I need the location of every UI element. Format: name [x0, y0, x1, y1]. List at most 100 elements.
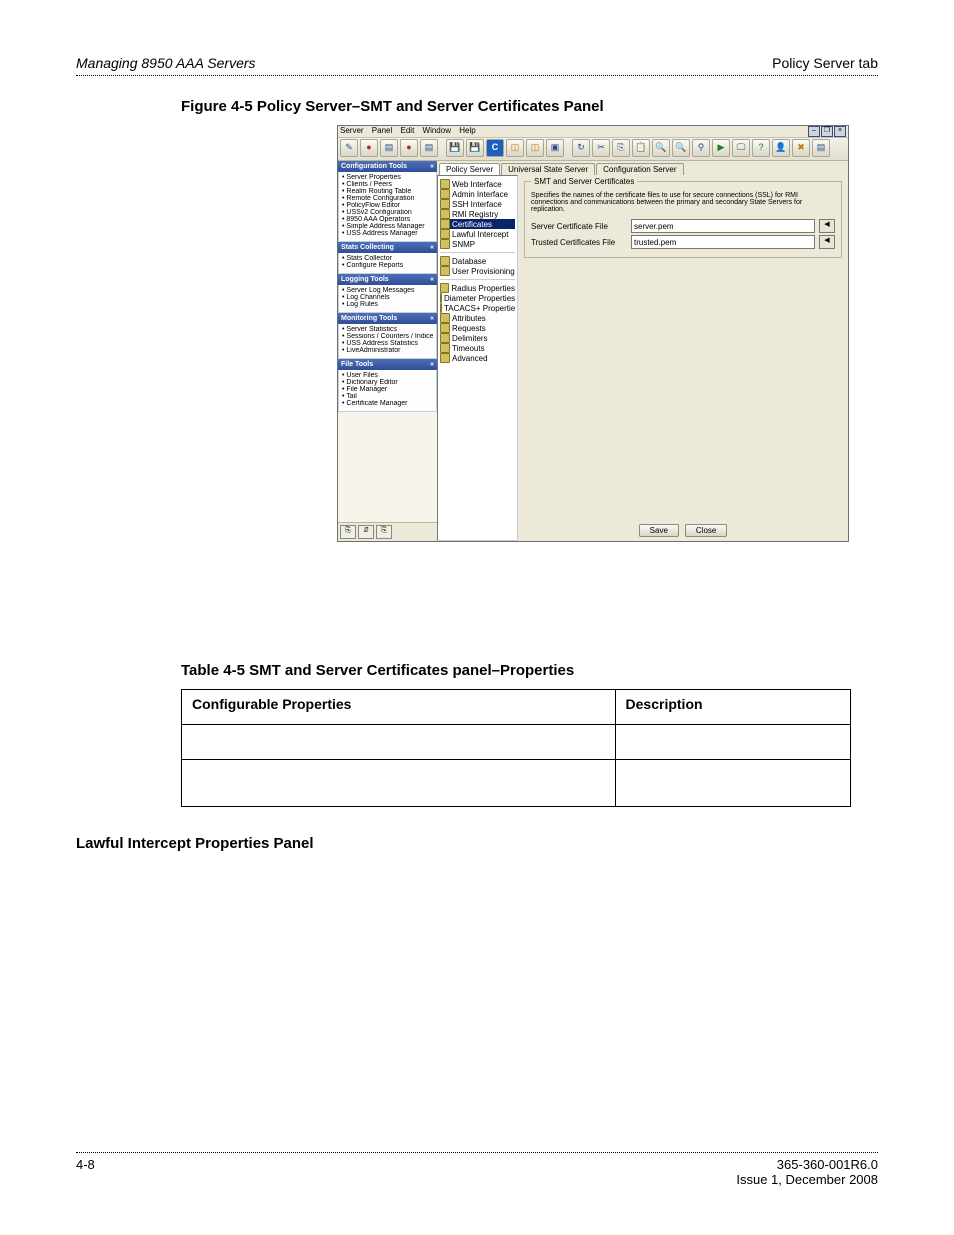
- sidebar-title-file[interactable]: File Tools«: [338, 359, 437, 370]
- menu-server[interactable]: Server: [340, 126, 364, 135]
- wand-icon[interactable]: ✎: [340, 139, 358, 157]
- sidebar-item[interactable]: • Tail: [342, 393, 433, 400]
- sidebar-item[interactable]: • Certificate Manager: [342, 400, 433, 407]
- tree-item[interactable]: Lawful Intercept: [440, 229, 515, 239]
- sidebar-item[interactable]: • Server Properties: [342, 174, 433, 181]
- help-icon[interactable]: ?: [752, 139, 770, 157]
- paste-icon[interactable]: 📋: [632, 139, 650, 157]
- tree-item[interactable]: Admin Interface: [440, 189, 515, 199]
- sidebar-item[interactable]: • Log Rules: [342, 301, 433, 308]
- input-trusted-cert[interactable]: [631, 235, 815, 249]
- go-icon[interactable]: ▶: [712, 139, 730, 157]
- status-button[interactable]: ⎘: [376, 525, 392, 539]
- menu-panel[interactable]: Panel: [372, 126, 392, 135]
- sidebar-item[interactable]: • USS Address Statistics: [342, 340, 433, 347]
- minimize-button[interactable]: –: [808, 126, 820, 137]
- close-button[interactable]: Close: [685, 524, 727, 537]
- sidebar-title-logging[interactable]: Logging Tools«: [338, 274, 437, 285]
- sidebar-item[interactable]: • USS Address Manager: [342, 230, 433, 237]
- db-icon: [440, 256, 450, 266]
- th-description: Description: [615, 690, 850, 725]
- zoom-in-icon[interactable]: 🔍: [652, 139, 670, 157]
- sidebar-item[interactable]: • USSv2 Configuration: [342, 209, 433, 216]
- sidebar-item[interactable]: • Server Log Messages: [342, 287, 433, 294]
- monitor-icon[interactable]: 🖵: [732, 139, 750, 157]
- tree-item[interactable]: SSH Interface: [440, 199, 515, 209]
- maximize-button[interactable]: ❐: [821, 126, 833, 137]
- tab-policy-server[interactable]: Policy Server: [439, 163, 500, 175]
- sidebar-item[interactable]: • Simple Address Manager: [342, 223, 433, 230]
- tree-item[interactable]: Radius Properties: [440, 283, 515, 293]
- tree-item[interactable]: RMI Registry: [440, 209, 515, 219]
- sidebar-item[interactable]: • Configure Reports: [342, 262, 433, 269]
- search-icon[interactable]: ⚲: [692, 139, 710, 157]
- copy-icon[interactable]: ⎘: [612, 139, 630, 157]
- sidebar-item[interactable]: • User Files: [342, 372, 433, 379]
- save-icon[interactable]: 💾: [446, 139, 464, 157]
- sidebar-title-configuration[interactable]: Configuration Tools«: [338, 161, 437, 172]
- sidebar-title-stats[interactable]: Stats Collecting«: [338, 242, 437, 253]
- tree-item[interactable]: Attributes: [440, 313, 515, 323]
- tree-item[interactable]: Delimiters: [440, 333, 515, 343]
- record-red-icon[interactable]: ●: [360, 139, 378, 157]
- sidebar-title-monitoring[interactable]: Monitoring Tools«: [338, 313, 437, 324]
- status-button[interactable]: ⎘: [340, 525, 356, 539]
- db-icon[interactable]: ◫: [506, 139, 524, 157]
- sidebar-item[interactable]: • Clients / Peers: [342, 181, 433, 188]
- save-button[interactable]: Save: [639, 524, 679, 537]
- sidebar-item[interactable]: • PolicyFlow Editor: [342, 202, 433, 209]
- sidebar-item[interactable]: • Stats Collector: [342, 255, 433, 262]
- tab-configuration-server[interactable]: Configuration Server: [596, 163, 683, 175]
- sidebar-item[interactable]: • Log Channels: [342, 294, 433, 301]
- tree-item[interactable]: TACACS+ Properties: [440, 303, 515, 313]
- sidebar-item[interactable]: • Realm Routing Table: [342, 188, 433, 195]
- browse-button[interactable]: ◀: [819, 219, 835, 233]
- doc-icon[interactable]: ▤: [380, 139, 398, 157]
- status-button[interactable]: ⇵: [358, 525, 374, 539]
- reload-icon[interactable]: ↻: [572, 139, 590, 157]
- sidebar-group-stats: Stats Collecting« • Stats Collector • Co…: [338, 242, 437, 274]
- header-left: Managing 8950 AAA Servers: [76, 55, 256, 71]
- tree-item[interactable]: Database: [440, 256, 515, 266]
- table-header-row: Configurable Properties Description: [182, 690, 851, 725]
- record-red-icon[interactable]: ●: [400, 139, 418, 157]
- wrench-icon[interactable]: ✖: [792, 139, 810, 157]
- menubar-right: – ❐ ×: [808, 126, 846, 137]
- tree-item[interactable]: Advanced: [440, 353, 515, 363]
- page-header: Managing 8950 AAA Servers Policy Server …: [76, 55, 878, 71]
- floppy-icon[interactable]: 💾: [466, 139, 484, 157]
- sidebar-item[interactable]: • LiveAdministrator: [342, 347, 433, 354]
- tree-item[interactable]: Requests: [440, 323, 515, 333]
- refresh-blue-icon[interactable]: C: [486, 139, 504, 157]
- list-icon[interactable]: ▤: [812, 139, 830, 157]
- tab-universal-state-server[interactable]: Universal State Server: [501, 163, 595, 175]
- sidebar-item[interactable]: • 8950 AAA Operators: [342, 216, 433, 223]
- zoom-out-icon[interactable]: 🔍: [672, 139, 690, 157]
- sidebar-item[interactable]: • Dictionary Editor: [342, 379, 433, 386]
- input-server-cert[interactable]: [631, 219, 815, 233]
- delim-icon: [440, 333, 450, 343]
- sidebar-item[interactable]: • Remote Configuration: [342, 195, 433, 202]
- menu-help[interactable]: Help: [459, 126, 475, 135]
- cut-icon[interactable]: ✂: [592, 139, 610, 157]
- user-icon[interactable]: 👤: [772, 139, 790, 157]
- tree-item[interactable]: SNMP: [440, 239, 515, 249]
- browse-button[interactable]: ◀: [819, 235, 835, 249]
- tree-item[interactable]: Diameter Properties: [440, 293, 515, 303]
- sidebar-item[interactable]: • File Manager: [342, 386, 433, 393]
- db-icon[interactable]: ◫: [526, 139, 544, 157]
- menu-edit[interactable]: Edit: [401, 126, 415, 135]
- tree-item[interactable]: User Provisioning: [440, 266, 515, 276]
- chevron-up-icon: «: [430, 244, 434, 251]
- menu-window[interactable]: Window: [423, 126, 451, 135]
- sidebar-item[interactable]: • Server Statistics: [342, 326, 433, 333]
- label-server-cert: Server Certificate File: [531, 222, 627, 231]
- close-window-button[interactable]: ×: [834, 126, 846, 137]
- tree-item[interactable]: Web Interface: [440, 179, 515, 189]
- tree-item-certificates[interactable]: Certificates: [440, 219, 515, 229]
- sidebar-item[interactable]: • Sessions / Counters / Indices: [342, 333, 433, 340]
- tree-item[interactable]: Timeouts: [440, 343, 515, 353]
- srv-icon[interactable]: ▣: [546, 139, 564, 157]
- doc-icon[interactable]: ▤: [420, 139, 438, 157]
- footer-rule: [76, 1152, 878, 1153]
